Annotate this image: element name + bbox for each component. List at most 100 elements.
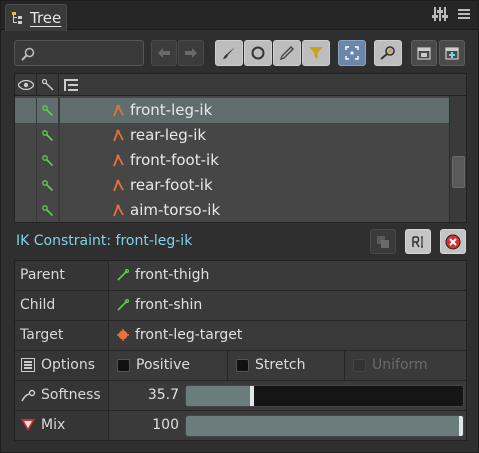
options-icon	[21, 358, 35, 372]
settings-sliders-icon[interactable]	[432, 7, 448, 21]
tree-row[interactable]: front-leg-ik	[15, 98, 449, 123]
ik-constraint-icon	[113, 154, 124, 167]
mix-row: Mix 100	[15, 411, 466, 441]
softness-icon	[21, 389, 36, 402]
bone-icon	[117, 299, 129, 311]
options-row: Options Positive Stretch Uniform	[15, 351, 466, 381]
target-value: front-leg-target	[135, 327, 243, 343]
stretch-checkbox[interactable]	[236, 359, 249, 372]
arrow-left-icon	[158, 48, 170, 58]
softness-label: Softness	[41, 387, 101, 403]
hierarchy-icon	[64, 79, 78, 91]
child-value: front-shin	[135, 297, 203, 313]
bone-icon[interactable]	[41, 104, 54, 117]
menu-icon[interactable]	[458, 7, 470, 21]
stretch-label: Stretch	[255, 357, 306, 373]
next-button[interactable]	[178, 40, 204, 66]
scrollbar-thumb[interactable]	[452, 156, 465, 188]
bone-icon[interactable]	[41, 154, 54, 167]
mix-icon	[21, 419, 35, 431]
positive-option[interactable]: Positive	[109, 351, 228, 380]
bone-icon[interactable]	[41, 204, 54, 217]
find-replace-button[interactable]	[374, 40, 402, 66]
window-icon	[417, 46, 431, 60]
child-row: Child front-shin	[15, 291, 466, 321]
keyable-column-header[interactable]	[37, 74, 59, 96]
bone-icon[interactable]	[41, 129, 54, 142]
tree-row-label: rear-leg-ik	[130, 126, 207, 144]
tree-row[interactable]: aim-torso-ik	[15, 198, 449, 222]
circle-icon	[251, 46, 265, 60]
tab-tree[interactable]: Tree	[5, 4, 67, 31]
mix-label: Mix	[41, 417, 66, 433]
filter-constraints-button[interactable]	[302, 40, 330, 66]
delete-button[interactable]	[440, 229, 466, 254]
parent-label: Parent	[20, 267, 65, 283]
mix-slider[interactable]	[185, 415, 464, 437]
uniform-option: Uniform	[345, 351, 466, 380]
softness-slider[interactable]	[185, 385, 464, 407]
search-input[interactable]	[14, 40, 144, 66]
filter-attachments-button[interactable]	[273, 40, 301, 66]
window-plus-icon	[445, 46, 459, 60]
eye-icon	[17, 80, 34, 90]
tree-row-label: rear-foot-ik	[130, 176, 213, 194]
tree-row[interactable]: front-foot-ik	[15, 148, 449, 173]
uniform-label: Uniform	[372, 357, 428, 373]
tree-row[interactable]: rear-leg-ik	[15, 123, 449, 148]
focus-selection-button[interactable]	[338, 40, 366, 66]
bone-icon	[117, 269, 129, 281]
target-icon	[117, 329, 129, 341]
target-field[interactable]: front-leg-target	[109, 321, 466, 350]
ik-constraint-icon	[113, 204, 124, 217]
tree-panel: Tree front-leg-ik rear-leg-ik front-foot…	[0, 0, 479, 453]
expand-all-button[interactable]	[439, 40, 465, 66]
filter-slots-button[interactable]	[244, 40, 272, 66]
rename-icon	[412, 235, 423, 248]
target-label: Target	[20, 327, 64, 343]
mix-value[interactable]: 100	[119, 417, 179, 433]
options-label: Options	[41, 357, 96, 373]
ik-constraint-icon	[113, 179, 124, 192]
child-field[interactable]: front-shin	[109, 291, 466, 320]
mix-slider-thumb[interactable]	[459, 416, 463, 436]
softness-row: Softness 35.7	[15, 381, 466, 411]
key-search-icon	[380, 46, 395, 60]
focus-icon	[345, 46, 359, 60]
brush-icon	[223, 47, 235, 59]
parent-value: front-thigh	[135, 267, 210, 283]
title-bar: Tree	[1, 1, 478, 31]
delete-icon	[445, 234, 461, 249]
tree-view[interactable]: front-leg-ik rear-leg-ik front-foot-ik r…	[14, 73, 467, 223]
child-label: Child	[20, 297, 56, 313]
stretch-option[interactable]: Stretch	[228, 351, 345, 380]
arrow-right-icon	[185, 48, 197, 58]
bone-icon[interactable]	[41, 179, 54, 192]
constraint-properties: Parent front-thigh Child front-shin Targ…	[14, 260, 467, 441]
previous-button[interactable]	[151, 40, 177, 66]
softness-slider-thumb[interactable]	[250, 386, 254, 406]
target-row: Target front-leg-target	[15, 321, 466, 351]
rename-button[interactable]	[405, 229, 431, 254]
parent-field[interactable]: front-thigh	[109, 261, 466, 290]
duplicate-button[interactable]	[370, 229, 396, 254]
toolbar	[1, 31, 478, 71]
softness-value[interactable]: 35.7	[119, 387, 179, 403]
tree-scrollbar[interactable]	[449, 96, 466, 222]
tree-row-label: aim-torso-ik	[130, 201, 221, 219]
search-icon	[21, 47, 35, 61]
visibility-column-header[interactable]	[15, 74, 37, 96]
tab-label: Tree	[30, 9, 62, 27]
tree-row-label: front-leg-ik	[130, 101, 213, 119]
positive-checkbox[interactable]	[117, 359, 130, 372]
pencil-icon	[280, 46, 294, 60]
constraint-title: IK Constraint: front-leg-ik	[16, 233, 193, 249]
duplicate-icon	[377, 235, 389, 248]
collapse-all-button[interactable]	[411, 40, 437, 66]
filter-bones-button[interactable]	[215, 40, 243, 66]
ik-constraint-icon	[113, 129, 124, 142]
positive-label: Positive	[136, 357, 190, 373]
softness-slider-fill	[186, 386, 252, 406]
hierarchy-column-header[interactable]	[59, 74, 83, 96]
tree-row[interactable]: rear-foot-ik	[15, 173, 449, 198]
